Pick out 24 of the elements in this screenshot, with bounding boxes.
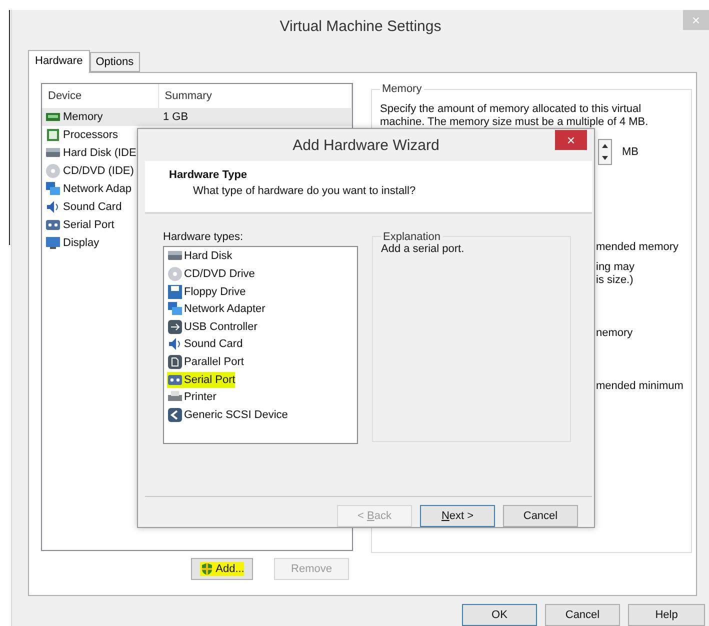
memory-note-text: is size.)	[596, 274, 634, 287]
device-name: Sound Card	[63, 201, 122, 213]
memory-note-text: ing may	[596, 261, 636, 274]
window-title: Virtual Machine Settings	[280, 18, 442, 35]
device-name: Memory	[63, 111, 103, 123]
memory-note-text: mended memory	[596, 241, 680, 254]
unit-label: MB	[622, 146, 638, 158]
device-name: Display	[63, 237, 100, 249]
group-label: Memory	[381, 83, 423, 95]
device-summary: 1 GB	[163, 111, 188, 123]
device-name: Processors	[63, 129, 118, 141]
memory-description: Specify the amount of memory allocated to this virtual machine. The memory size must be a multiple of 4 MB.	[380, 103, 650, 129]
wizard-title: Add Hardware Wizard	[292, 136, 440, 154]
memory-note-text: mended minimum	[596, 380, 684, 393]
memory-note-text: nemory	[596, 327, 634, 340]
list-label: Hardware types:	[163, 230, 244, 243]
wizard-heading: Hardware Type	[169, 169, 248, 181]
explanation-text: Add a serial port.	[381, 242, 464, 255]
device-name: Serial Port	[63, 219, 114, 231]
group-label: Explanation	[382, 230, 442, 243]
wizard-subheading: What type of hardware do you want to install?	[193, 185, 417, 197]
device-name: CD/DVD (IDE)	[63, 165, 134, 177]
device-name: Network Adap	[63, 183, 132, 195]
device-name: Hard Disk (IDE	[63, 147, 136, 159]
